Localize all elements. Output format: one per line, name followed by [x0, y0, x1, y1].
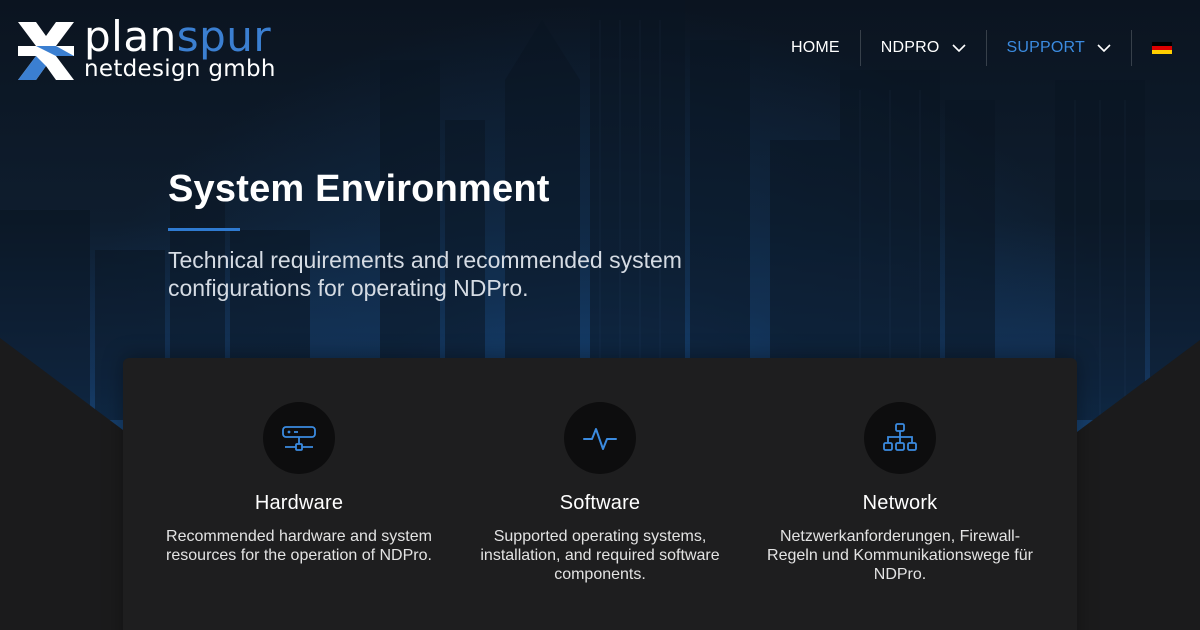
page-subtitle: Technical requirements and recommended s… — [168, 247, 682, 301]
planspur-logo-icon — [18, 22, 74, 80]
activity-pulse-icon — [583, 428, 617, 450]
nav-item-label: HOME — [790, 39, 840, 56]
feature-icon-circle — [263, 402, 335, 474]
feature-title: Network — [862, 492, 938, 514]
feature-card: Hardware Recommended hardware and system… — [123, 358, 1077, 630]
server-icon — [282, 426, 316, 451]
feature-title: Hardware — [254, 492, 344, 514]
page-title: System Environment — [168, 168, 550, 210]
feature-description: Supported operating systems, installatio… — [480, 528, 720, 583]
feature-icon-circle — [564, 402, 636, 474]
brand-subline: netdesign gmbh — [84, 56, 276, 82]
feature-hardware[interactable]: Hardware Recommended hardware and system… — [149, 402, 449, 565]
brand-name: planspur — [84, 16, 276, 58]
brand-name-part1: plan — [84, 12, 177, 61]
german-flag-icon[interactable] — [1152, 42, 1172, 54]
feature-network[interactable]: Network Netzwerkanforderungen, Firewall-… — [750, 402, 1050, 584]
chevron-down-icon[interactable] — [951, 44, 966, 52]
nav-divider — [1131, 30, 1132, 66]
feature-title: Software — [559, 492, 641, 514]
nav-item-label: SUPPORT — [1006, 39, 1085, 56]
feature-software[interactable]: Software Supported operating systems, in… — [450, 402, 750, 584]
title-underline — [168, 228, 240, 231]
feature-description: Recommended hardware and system resource… — [166, 528, 432, 564]
nav-item-home[interactable]: HOME — [771, 30, 860, 66]
feature-description: Netzwerkanforderungen, Firewall-Regeln u… — [767, 528, 1033, 583]
network-hierarchy-icon — [883, 423, 917, 451]
brand-name-part2: spur — [176, 12, 272, 61]
nav-item-support[interactable]: SUPPORT — [987, 30, 1131, 66]
chevron-down-icon[interactable] — [1097, 44, 1111, 52]
brand-logo[interactable]: planspur netdesign gmbh — [18, 16, 276, 81]
nav-item-ndpro[interactable]: NDPRO — [861, 30, 986, 66]
feature-icon-circle — [864, 402, 936, 474]
main-navigation: HOME NDPRO SUPPORT — [771, 30, 1176, 66]
nav-item-label: NDPRO — [880, 39, 940, 56]
